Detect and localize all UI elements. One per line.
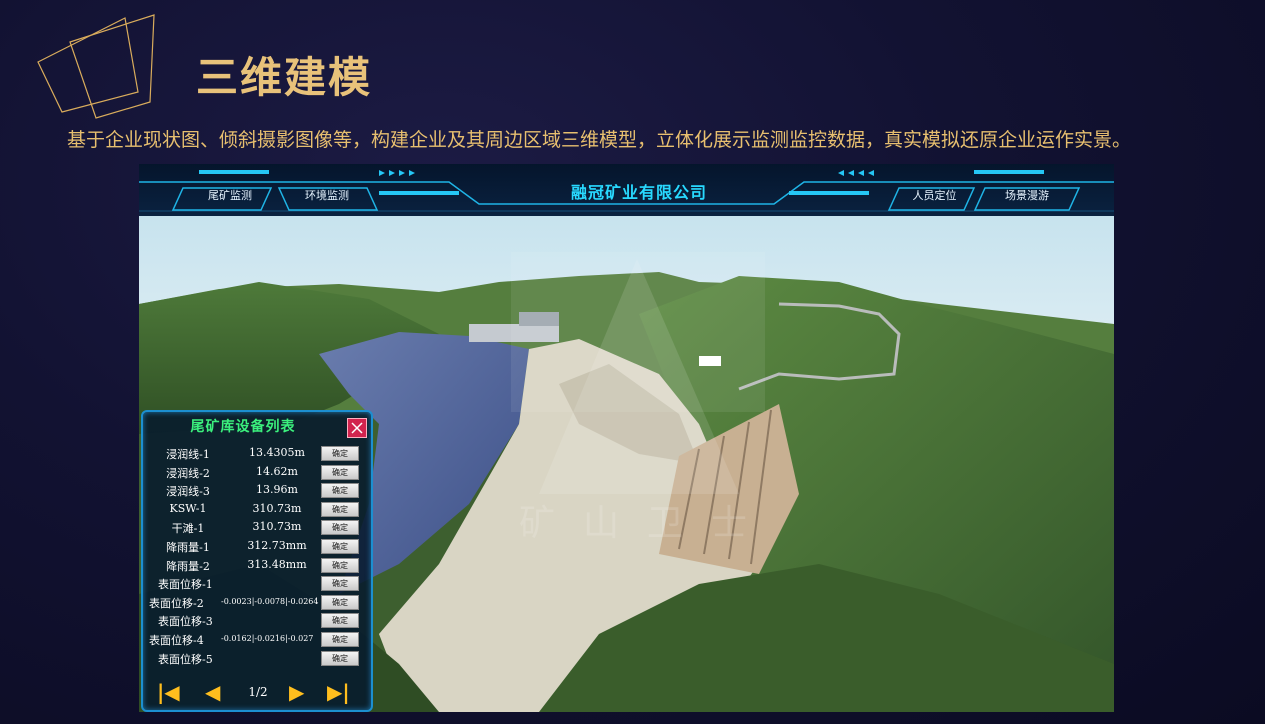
device-row: 表面位移-2 -0.0023|-0.0078|-0.0264 确定: [143, 593, 371, 612]
confirm-button[interactable]: 确定: [321, 538, 359, 554]
confirm-button[interactable]: 确定: [321, 594, 359, 610]
device-label: KSW-1: [169, 501, 207, 515]
device-label: 干滩-1: [171, 522, 205, 536]
panel-title: 尾矿库设备列表: [190, 419, 296, 435]
confirm-button[interactable]: 确定: [321, 483, 359, 499]
first-page-button[interactable]: |◀: [157, 681, 180, 703]
device-value: 313.48mm: [247, 557, 307, 571]
page-indicator: 1/2: [248, 685, 268, 699]
decorative-frames: [37, 14, 155, 119]
device-row: 浸润线-2 14.62m 确定: [143, 463, 371, 482]
device-value: -0.0162|-0.0216|-0.027: [221, 633, 314, 643]
device-row: 表面位移-1 确定: [143, 574, 371, 593]
page-title: 三维建模: [196, 53, 373, 102]
device-list-panel: 尾矿库设备列表 浸润线-1 13.4305m 确定 浸润线-2 14.62m 确…: [141, 410, 373, 712]
device-row: 表面位移-4 -0.0162|-0.0216|-0.027 确定: [143, 630, 371, 649]
device-row: 表面位移-3 确定: [143, 611, 371, 630]
device-row: 干滩-1 310.73m 确定: [143, 518, 371, 537]
device-row: 降雨量-1 312.73mm 确定: [143, 537, 371, 556]
next-page-button[interactable]: ▶: [289, 681, 304, 703]
device-label: 表面位移-2: [149, 596, 204, 610]
device-row: 表面位移-5 确定: [143, 649, 371, 668]
confirm-button[interactable]: 确定: [321, 557, 359, 573]
confirm-button[interactable]: 确定: [321, 446, 359, 461]
tab-tailings-monitoring[interactable]: 尾矿监测: [191, 187, 269, 209]
last-page-button[interactable]: ▶|: [327, 681, 350, 703]
device-label: 表面位移-3: [158, 615, 213, 629]
confirm-button[interactable]: 确定: [321, 520, 359, 536]
device-row: KSW-1 310.73m 确定: [143, 500, 371, 519]
device-value: 14.62m: [256, 464, 298, 478]
confirm-button[interactable]: 确定: [321, 576, 359, 592]
confirm-button[interactable]: 确定: [321, 464, 359, 480]
confirm-button[interactable]: 确定: [321, 631, 359, 647]
device-label: 浸润线-3: [166, 485, 210, 499]
device-value: 310.73m: [252, 501, 302, 515]
device-row: 降雨量-2 313.48mm 确定: [143, 556, 371, 575]
device-label: 表面位移-4: [149, 633, 204, 647]
device-label: 表面位移-1: [158, 578, 213, 592]
device-value: -0.0023|-0.0078|-0.0264: [221, 596, 319, 606]
prev-page-button[interactable]: ◀: [205, 681, 220, 703]
confirm-button[interactable]: 确定: [321, 501, 359, 517]
hud-header: 尾矿监测 环境监测 融冠矿业有限公司 人员定位 场景漫游: [139, 164, 1114, 216]
close-icon: [351, 422, 363, 434]
tab-personnel-positioning[interactable]: 人员定位: [897, 187, 972, 209]
device-label: 降雨量-2: [166, 559, 210, 573]
confirm-button[interactable]: 确定: [321, 650, 359, 666]
device-label: 浸润线-1: [166, 448, 210, 461]
watermark-text: 矿山卫士: [519, 503, 776, 544]
3d-model-viewport[interactable]: 矿山卫士 尾矿监测 环境监测 融冠矿业有限公司 人员定位 场景漫游 尾矿库设备列…: [139, 164, 1114, 712]
device-rows: 浸润线-1 13.4305m 确定 浸润线-2 14.62m 确定 浸润线-3 …: [143, 444, 371, 667]
close-button[interactable]: [347, 418, 367, 438]
pager: |◀ ◀ 1/2 ▶ ▶|: [143, 679, 371, 705]
device-label: 表面位移-5: [158, 652, 213, 666]
confirm-button[interactable]: 确定: [321, 613, 359, 629]
company-name: 融冠矿业有限公司: [570, 183, 707, 202]
device-label: 浸润线-2: [166, 466, 210, 480]
device-value: 13.96m: [256, 483, 298, 497]
device-value: 310.73m: [252, 520, 302, 534]
page-description: 基于企业现状图、倾斜摄影图像等，构建企业及其周边区域三维模型，立体化展示监测监控…: [67, 129, 1132, 151]
device-value: 312.73mm: [247, 538, 307, 552]
device-value: 13.4305m: [249, 446, 305, 459]
device-label: 降雨量-1: [166, 540, 210, 554]
device-row: 浸润线-3 13.96m 确定: [143, 481, 371, 500]
tab-scene-roaming[interactable]: 场景漫游: [983, 187, 1071, 209]
tab-environment-monitoring[interactable]: 环境监测: [287, 187, 367, 209]
device-row: 浸润线-1 13.4305m 确定: [143, 444, 371, 463]
